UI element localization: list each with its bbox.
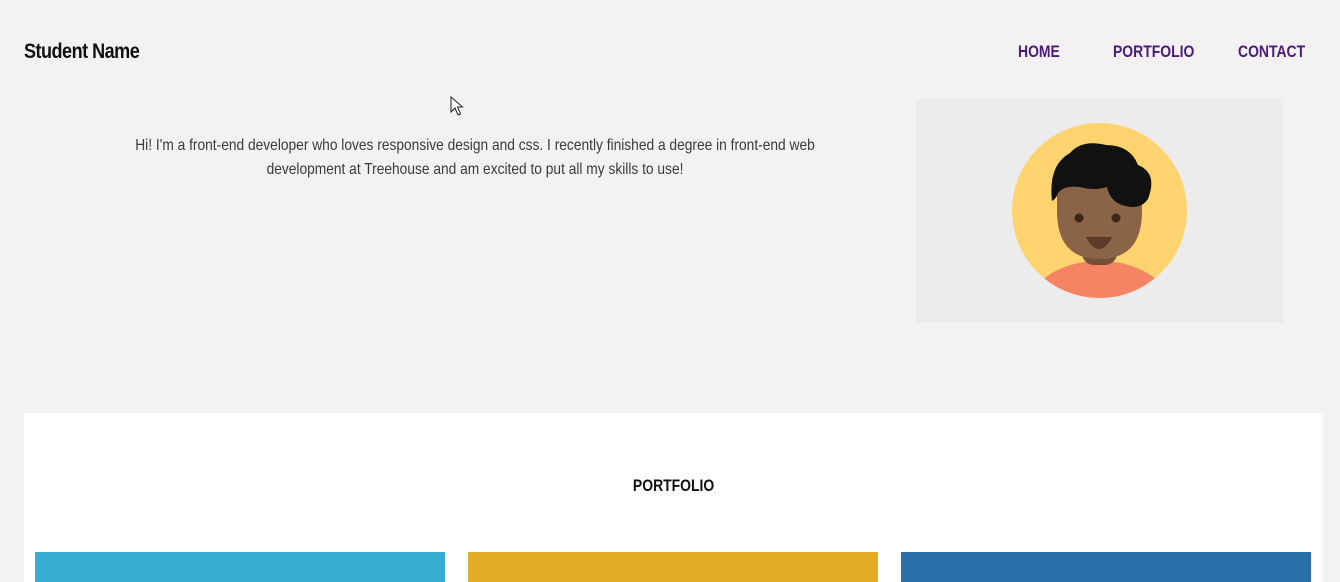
avatar-left-eye	[1074, 213, 1084, 223]
mouse-cursor-icon	[450, 96, 464, 116]
portfolio-heading: PORTFOLIO	[24, 476, 1323, 496]
portfolio-tile-3[interactable]	[901, 552, 1311, 582]
portfolio-tile-2[interactable]	[468, 552, 878, 582]
nav-home-link[interactable]: HOME	[1018, 42, 1060, 62]
portfolio-section: PORTFOLIO	[24, 413, 1323, 582]
portfolio-tile-1[interactable]	[35, 552, 445, 582]
intro-text: Hi! I'm a front-end developer who loves …	[56, 134, 894, 182]
main-nav: HOME PORTFOLIO CONTACT	[0, 42, 1340, 66]
portfolio-heading-text: PORTFOLIO	[632, 476, 715, 495]
intro-text-content: Hi! I'm a front-end developer who loves …	[135, 137, 815, 178]
person-avatar-icon	[1012, 123, 1187, 298]
page: Student Name HOME PORTFOLIO CONTACT Hi! …	[0, 0, 1340, 582]
nav-contact-link[interactable]: CONTACT	[1238, 42, 1305, 62]
nav-portfolio-link[interactable]: PORTFOLIO	[1113, 42, 1194, 62]
avatar-right-eye	[1111, 213, 1121, 223]
avatar-panel	[916, 98, 1283, 323]
